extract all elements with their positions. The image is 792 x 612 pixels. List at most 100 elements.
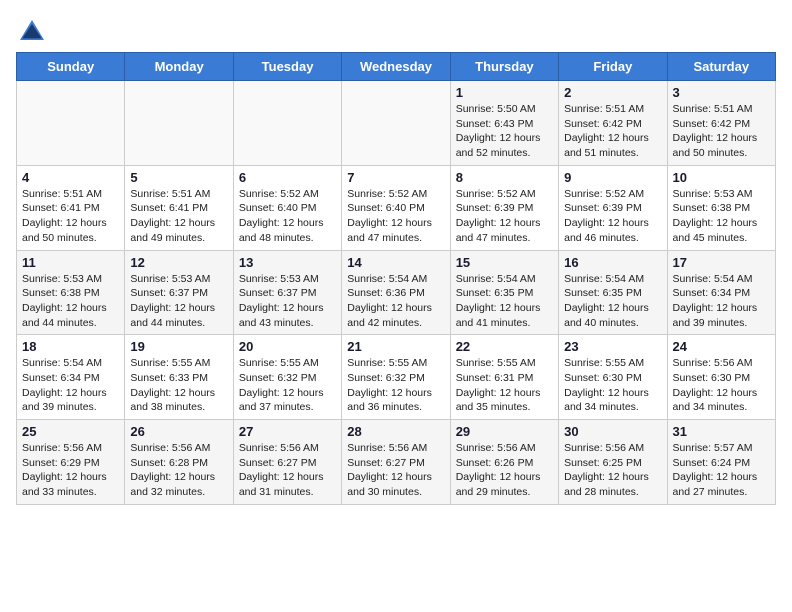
calendar-week-4: 18Sunrise: 5:54 AMSunset: 6:34 PMDayligh… (17, 335, 776, 420)
calendar-week-5: 25 Sunrise: 5:56 AMSunset: 6:29 PMDayligh… (17, 420, 776, 505)
day-info: Sunrise: 5:51 AMSunset: 6:42 PMDaylight:… (673, 102, 770, 161)
calendar-day-21: 21 Sunrise: 5:55 AMSunset: 6:32 PMDayligh… (342, 335, 450, 420)
day-info: Sunrise: 5:55 AMSunset: 6:32 PMDaylight:… (239, 356, 336, 415)
calendar-day-23: 23 Sunrise: 5:55 AMSunset: 6:30 PMDayligh… (559, 335, 667, 420)
day-number: 5 (130, 170, 227, 185)
day-number: 27 (239, 424, 336, 439)
calendar-day-29: 29 Sunrise: 5:56 AMSunset: 6:26 PMDayligh… (450, 420, 558, 505)
day-info: Sunrise: 5:51 AMSunset: 6:41 PMDaylight:… (130, 187, 227, 246)
day-info: Sunrise: 5:56 AMSunset: 6:29 PMDaylight:… (22, 441, 119, 500)
day-number: 17 (673, 255, 770, 270)
calendar-day-28: 28 Sunrise: 5:56 AMSunset: 6:27 PMDayligh… (342, 420, 450, 505)
day-info: Sunrise: 5:55 AMSunset: 6:33 PMDaylight:… (130, 356, 227, 415)
calendar-day-19: 19 Sunrise: 5:55 AMSunset: 6:33 PMDayligh… (125, 335, 233, 420)
day-info: Sunrise: 5:56 AMSunset: 6:28 PMDaylight:… (130, 441, 227, 500)
day-info: Sunrise: 5:53 AMSunset: 6:38 PMDaylight:… (22, 272, 119, 331)
calendar-day-7: 7 Sunrise: 5:52 AMSunset: 6:40 PMDaylight… (342, 165, 450, 250)
calendar-body: 1Sunrise: 5:50 AMSunset: 6:43 PMDaylight… (17, 81, 776, 505)
calendar-day-3: 3Sunrise: 5:51 AMSunset: 6:42 PMDaylight… (667, 81, 775, 166)
calendar-week-3: 11 Sunrise: 5:53 AMSunset: 6:38 PMDayligh… (17, 250, 776, 335)
day-number: 22 (456, 339, 553, 354)
day-number: 30 (564, 424, 661, 439)
day-info: Sunrise: 5:55 AMSunset: 6:32 PMDaylight:… (347, 356, 444, 415)
day-number: 14 (347, 255, 444, 270)
day-number: 20 (239, 339, 336, 354)
calendar-week-1: 1Sunrise: 5:50 AMSunset: 6:43 PMDaylight… (17, 81, 776, 166)
day-number: 25 (22, 424, 119, 439)
calendar-day-17: 17 Sunrise: 5:54 AMSunset: 6:34 PMDayligh… (667, 250, 775, 335)
calendar-day-10: 10Sunrise: 5:53 AMSunset: 6:38 PMDayligh… (667, 165, 775, 250)
day-info: Sunrise: 5:56 AMSunset: 6:26 PMDaylight:… (456, 441, 553, 500)
weekday-wednesday: Wednesday (342, 53, 450, 81)
day-info: Sunrise: 5:54 AMSunset: 6:35 PMDaylight:… (456, 272, 553, 331)
day-info: Sunrise: 5:56 AMSunset: 6:27 PMDaylight:… (347, 441, 444, 500)
calendar-day-27: 27 Sunrise: 5:56 AMSunset: 6:27 PMDayligh… (233, 420, 341, 505)
weekday-thursday: Thursday (450, 53, 558, 81)
day-info: Sunrise: 5:54 AMSunset: 6:35 PMDaylight:… (564, 272, 661, 331)
day-number: 8 (456, 170, 553, 185)
day-info: Sunrise: 5:57 AMSunset: 6:24 PMDaylight:… (673, 441, 770, 500)
day-number: 7 (347, 170, 444, 185)
weekday-friday: Friday (559, 53, 667, 81)
calendar-day-8: 8 Sunrise: 5:52 AMSunset: 6:39 PMDaylight… (450, 165, 558, 250)
day-number: 28 (347, 424, 444, 439)
day-number: 21 (347, 339, 444, 354)
calendar-day-20: 20 Sunrise: 5:55 AMSunset: 6:32 PMDayligh… (233, 335, 341, 420)
day-info: Sunrise: 5:52 AMSunset: 6:39 PMDaylight:… (564, 187, 661, 246)
calendar-day-31: 31Sunrise: 5:57 AMSunset: 6:24 PMDayligh… (667, 420, 775, 505)
day-number: 1 (456, 85, 553, 100)
day-number: 10 (673, 170, 770, 185)
day-number: 23 (564, 339, 661, 354)
day-number: 12 (130, 255, 227, 270)
day-number: 6 (239, 170, 336, 185)
calendar-day-25: 25 Sunrise: 5:56 AMSunset: 6:29 PMDayligh… (17, 420, 125, 505)
calendar-day-5: 5 Sunrise: 5:51 AMSunset: 6:41 PMDaylight… (125, 165, 233, 250)
day-number: 24 (673, 339, 770, 354)
logo (16, 16, 52, 48)
calendar-table: SundayMondayTuesdayWednesdayThursdayFrid… (16, 52, 776, 505)
calendar-day-9: 9 Sunrise: 5:52 AMSunset: 6:39 PMDaylight… (559, 165, 667, 250)
weekday-tuesday: Tuesday (233, 53, 341, 81)
day-info: Sunrise: 5:56 AMSunset: 6:25 PMDaylight:… (564, 441, 661, 500)
page-header (16, 16, 776, 48)
day-info: Sunrise: 5:56 AMSunset: 6:30 PMDaylight:… (673, 356, 770, 415)
weekday-header-row: SundayMondayTuesdayWednesdayThursdayFrid… (17, 53, 776, 81)
day-number: 4 (22, 170, 119, 185)
calendar-day-11: 11 Sunrise: 5:53 AMSunset: 6:38 PMDayligh… (17, 250, 125, 335)
day-number: 19 (130, 339, 227, 354)
day-number: 29 (456, 424, 553, 439)
day-number: 11 (22, 255, 119, 270)
calendar-header: SundayMondayTuesdayWednesdayThursdayFrid… (17, 53, 776, 81)
calendar-day-30: 30 Sunrise: 5:56 AMSunset: 6:25 PMDayligh… (559, 420, 667, 505)
day-info: Sunrise: 5:55 AMSunset: 6:30 PMDaylight:… (564, 356, 661, 415)
calendar-day-4: 4 Sunrise: 5:51 AMSunset: 6:41 PMDaylight… (17, 165, 125, 250)
day-info: Sunrise: 5:51 AMSunset: 6:41 PMDaylight:… (22, 187, 119, 246)
day-info: Sunrise: 5:53 AMSunset: 6:37 PMDaylight:… (239, 272, 336, 331)
calendar-day-24: 24 Sunrise: 5:56 AMSunset: 6:30 PMDayligh… (667, 335, 775, 420)
calendar-day-15: 15Sunrise: 5:54 AMSunset: 6:35 PMDayligh… (450, 250, 558, 335)
calendar-day-26: 26Sunrise: 5:56 AMSunset: 6:28 PMDayligh… (125, 420, 233, 505)
weekday-saturday: Saturday (667, 53, 775, 81)
calendar-day-2: 2Sunrise: 5:51 AMSunset: 6:42 PMDaylight… (559, 81, 667, 166)
logo-icon (16, 16, 48, 48)
calendar-day-14: 14Sunrise: 5:54 AMSunset: 6:36 PMDayligh… (342, 250, 450, 335)
day-info: Sunrise: 5:52 AMSunset: 6:39 PMDaylight:… (456, 187, 553, 246)
day-number: 16 (564, 255, 661, 270)
calendar-day-18: 18Sunrise: 5:54 AMSunset: 6:34 PMDayligh… (17, 335, 125, 420)
calendar-week-2: 4 Sunrise: 5:51 AMSunset: 6:41 PMDaylight… (17, 165, 776, 250)
empty-cell (125, 81, 233, 166)
day-info: Sunrise: 5:51 AMSunset: 6:42 PMDaylight:… (564, 102, 661, 161)
day-number: 9 (564, 170, 661, 185)
day-info: Sunrise: 5:56 AMSunset: 6:27 PMDaylight:… (239, 441, 336, 500)
weekday-monday: Monday (125, 53, 233, 81)
calendar-day-12: 12 Sunrise: 5:53 AMSunset: 6:37 PMDayligh… (125, 250, 233, 335)
calendar-day-6: 6 Sunrise: 5:52 AMSunset: 6:40 PMDaylight… (233, 165, 341, 250)
day-info: Sunrise: 5:53 AMSunset: 6:37 PMDaylight:… (130, 272, 227, 331)
empty-cell (233, 81, 341, 166)
day-info: Sunrise: 5:52 AMSunset: 6:40 PMDaylight:… (239, 187, 336, 246)
weekday-sunday: Sunday (17, 53, 125, 81)
calendar-day-1: 1Sunrise: 5:50 AMSunset: 6:43 PMDaylight… (450, 81, 558, 166)
day-info: Sunrise: 5:54 AMSunset: 6:34 PMDaylight:… (673, 272, 770, 331)
day-info: Sunrise: 5:55 AMSunset: 6:31 PMDaylight:… (456, 356, 553, 415)
day-info: Sunrise: 5:52 AMSunset: 6:40 PMDaylight:… (347, 187, 444, 246)
